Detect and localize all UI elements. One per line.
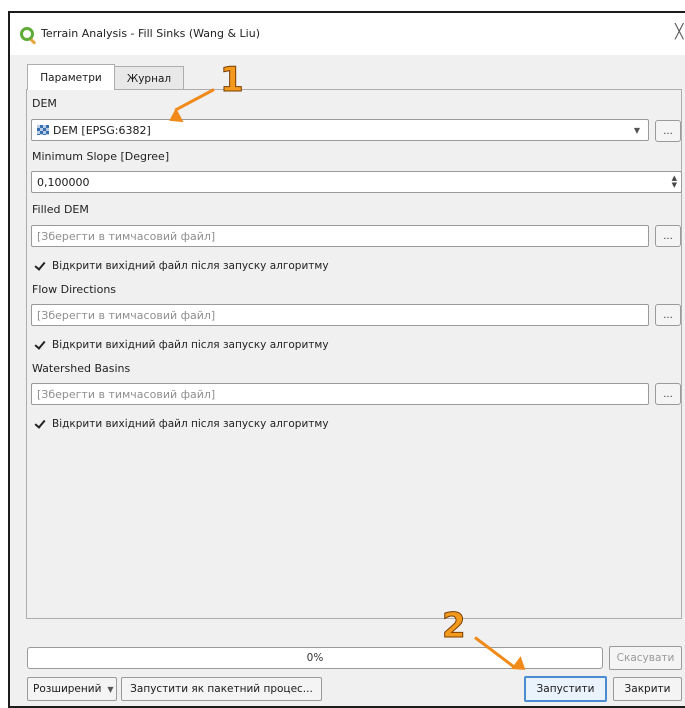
checkmark-icon[interactable] <box>34 339 46 351</box>
filled-dem-browse-button[interactable]: ... <box>655 225 681 247</box>
annotation-number-2: 2 <box>442 606 467 647</box>
spin-arrows-icon[interactable]: ▲ ▼ <box>672 175 677 189</box>
watershed-basins-output-field[interactable]: [Зберегти в тимчасовий файл] <box>31 383 649 405</box>
dem-select-value: DEM [EPSG:6382] <box>53 123 151 137</box>
qgis-icon <box>20 27 34 41</box>
flow-directions-output-field[interactable]: [Зберегти в тимчасовий файл] <box>31 304 649 326</box>
watershed-basins-open-label: Відкрити вихідний файл після запуску алг… <box>52 418 329 430</box>
checkmark-icon[interactable] <box>34 418 46 430</box>
min-slope-spinbox[interactable]: 0,100000 ▲ ▼ <box>31 171 682 193</box>
filled-dem-open-checkbox[interactable]: Відкрити вихідний файл після запуску алг… <box>34 258 329 274</box>
chevron-down-icon: ▼ <box>107 684 114 694</box>
checkmark-icon[interactable] <box>34 260 46 272</box>
filled-dem-open-label: Відкрити вихідний файл після запуску алг… <box>52 260 329 272</box>
dem-label: DEM <box>32 97 57 110</box>
close-icon[interactable]: ╳ <box>675 24 683 40</box>
tab-parameters[interactable]: Параметри <box>27 64 115 90</box>
cancel-button[interactable]: Скасувати <box>609 646 682 670</box>
min-slope-value: 0,100000 <box>37 175 90 189</box>
filled-dem-label: Filled DEM <box>32 203 89 216</box>
window-title: Terrain Analysis - Fill Sinks (Wang & Li… <box>41 27 260 40</box>
advanced-button-label: Розширений <box>33 683 102 695</box>
tab-log[interactable]: Журнал <box>114 66 184 90</box>
flow-directions-label: Flow Directions <box>32 283 117 296</box>
dem-browse-button[interactable]: ... <box>655 120 681 142</box>
filled-dem-output-field[interactable]: [Зберегти в тимчасовий файл] <box>31 225 649 247</box>
raster-layer-icon <box>37 125 49 135</box>
run-as-batch-button[interactable]: Запустити як пакетний процес... <box>121 677 322 701</box>
run-button[interactable]: Запустити <box>524 676 607 702</box>
parameters-panel <box>26 89 682 619</box>
close-button[interactable]: Закрити <box>613 677 682 701</box>
advanced-button[interactable]: Розширений ▼ <box>27 677 117 701</box>
flow-directions-browse-button[interactable]: ... <box>655 304 681 326</box>
chevron-down-icon: ▼ <box>633 125 640 135</box>
flow-directions-open-label: Відкрити вихідний файл після запуску алг… <box>52 339 329 351</box>
watershed-basins-open-checkbox[interactable]: Відкрити вихідний файл після запуску алг… <box>34 416 329 432</box>
min-slope-label: Minimum Slope [Degree] <box>32 150 170 163</box>
flow-directions-open-checkbox[interactable]: Відкрити вихідний файл після запуску алг… <box>34 337 329 353</box>
annotation-number-1: 1 <box>220 60 245 101</box>
watershed-basins-browse-button[interactable]: ... <box>655 383 681 405</box>
dem-select[interactable]: DEM [EPSG:6382] ▼ <box>31 119 649 141</box>
watershed-basins-label: Watershed Basins <box>32 362 131 375</box>
